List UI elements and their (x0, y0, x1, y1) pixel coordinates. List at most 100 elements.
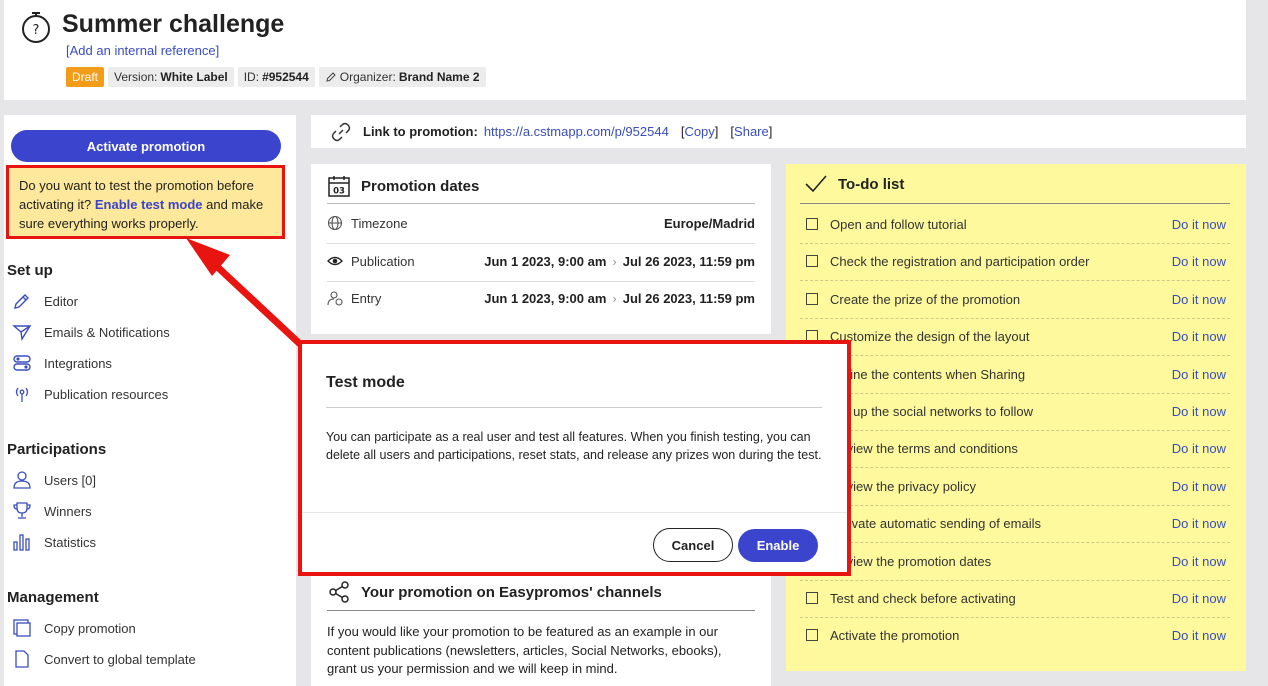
todo-item-label: Define the contents when Sharing (830, 366, 1026, 382)
todo-item-label: Customize the design of the layout (830, 328, 1030, 344)
todo-item-label: Check the registration and participation… (830, 253, 1090, 269)
todo-item-label: Activate the promotion (830, 627, 960, 643)
todo-list-card: To-do list Open and follow tutorial Do it… (786, 164, 1246, 671)
chevron-right-icon: › (612, 253, 617, 269)
trophy-icon (13, 502, 31, 519)
promotion-dates-card: 03 Promotion dates Timezone Europe/Madri… (311, 164, 771, 334)
organizer-badge[interactable]: Organizer: Brand Name 2 (318, 67, 486, 87)
enable-test-mode-link[interactable]: Enable test mode (95, 197, 203, 212)
badge-row: Draft Version: White Label ID: #952544 Org… (66, 67, 486, 87)
document-icon (15, 650, 29, 668)
user-icon (13, 471, 31, 489)
promotion-header: ? Summer challenge [Add an internal refe… (4, 0, 1246, 100)
globe-icon (327, 215, 343, 231)
easypromos-channels-card: Your promotion on Easypromos' channels I… (311, 575, 771, 686)
do-it-now-link[interactable]: Do it now (1172, 479, 1226, 494)
link-icon (331, 122, 351, 141)
sidebar: Activate promotion Do you want to test t… (4, 115, 296, 686)
do-it-now-link[interactable]: Do it now (1172, 404, 1226, 419)
todo-item: Test and check before activating Do it no… (806, 588, 1226, 608)
share-link[interactable]: [Share] (730, 124, 772, 139)
entry-row: Entry Jun 1 2023, 9:00 am › Jul 26 2023, 1… (327, 288, 755, 308)
page-title: Summer challenge (62, 10, 285, 38)
nav-copy-promotion[interactable]: Copy promotion (12, 618, 136, 638)
modal-body: You can participate as a real user and t… (326, 430, 822, 462)
enable-button[interactable]: Enable (738, 529, 818, 562)
nav-editor[interactable]: Editor (12, 291, 78, 311)
do-it-now-link[interactable]: Do it now (1172, 254, 1226, 269)
todo-item-label: Activate automatic sending of emails (830, 515, 1041, 531)
todo-checkbox[interactable] (806, 218, 818, 230)
todo-item-label: Review the terms and conditions (830, 440, 1018, 456)
do-it-now-link[interactable]: Do it now (1172, 516, 1226, 531)
user-clock-icon (327, 291, 343, 306)
todo-item: Check the registration and participation… (806, 251, 1226, 271)
todo-item: Define the contents when Sharing Do it no… (806, 364, 1226, 384)
do-it-now-link[interactable]: Do it now (1172, 628, 1226, 643)
nav-users[interactable]: Users [0] (12, 470, 96, 490)
checkmark-icon (805, 175, 827, 193)
paper-plane-icon (12, 325, 32, 342)
version-badge: Version: White Label (108, 67, 234, 87)
todo-item: Open and follow tutorial Do it now (806, 214, 1226, 234)
todo-item-label: Review the promotion dates (830, 553, 992, 569)
eye-icon (327, 256, 343, 266)
internal-reference: [Add an internal reference] (66, 43, 220, 58)
do-it-now-link[interactable]: Do it now (1172, 367, 1226, 382)
id-badge: ID: #952544 (237, 67, 315, 87)
test-mode-modal: Test mode You can participate as a real … (298, 340, 851, 576)
add-internal-reference-link[interactable]: Add an internal reference (70, 43, 216, 58)
todo-checkbox[interactable] (806, 629, 818, 641)
todo-heading: To-do list (804, 174, 904, 194)
chevron-right-icon: › (612, 290, 617, 306)
todo-checkbox[interactable] (806, 293, 818, 305)
svg-text:03: 03 (333, 187, 345, 197)
nav-statistics[interactable]: Statistics (12, 532, 96, 552)
nav-winners[interactable]: Winners (12, 501, 92, 521)
bar-chart-icon (13, 534, 30, 551)
todo-item: Review the privacy policy Do it now (806, 476, 1226, 496)
do-it-now-link[interactable]: Do it now (1172, 441, 1226, 456)
todo-item: Customize the design of the layout Do it … (806, 326, 1226, 346)
channels-heading: Your promotion on Easypromos' channels (327, 580, 662, 604)
pencil-icon (326, 72, 336, 82)
todo-item-label: Review the privacy policy (830, 478, 976, 494)
nav-emails-notifications[interactable]: Emails & Notifications (12, 322, 170, 342)
stopwatch-icon: ? (22, 12, 50, 43)
todo-item: Set up the social networks to follow Do i… (806, 401, 1226, 421)
promotion-url-link[interactable]: https://a.cstmapp.com/p/952544 (484, 124, 669, 139)
do-it-now-link[interactable]: Do it now (1172, 591, 1226, 606)
promotion-dates-heading: 03 Promotion dates (327, 174, 479, 198)
todo-item-label: Test and check before activating (830, 590, 1016, 606)
nav-publication-resources[interactable]: Publication resources (12, 384, 168, 404)
do-it-now-link[interactable]: Do it now (1172, 329, 1226, 344)
todo-checkbox[interactable] (806, 255, 818, 267)
todo-item: Review the terms and conditions Do it now (806, 438, 1226, 458)
todo-item-label: Open and follow tutorial (830, 216, 967, 232)
status-badge: Draft (66, 67, 105, 87)
todo-checkbox[interactable] (806, 592, 818, 604)
calendar-icon: 03 (328, 176, 350, 197)
nav-integrations[interactable]: Integrations (12, 353, 112, 373)
pencil-icon (14, 294, 29, 309)
toggles-icon (13, 355, 31, 371)
svg-text:?: ? (33, 23, 40, 38)
share-icon (329, 581, 349, 603)
setup-section-title: Set up (7, 262, 53, 279)
nav-convert-global-template[interactable]: Convert to global template (12, 649, 196, 669)
do-it-now-link[interactable]: Do it now (1172, 554, 1226, 569)
do-it-now-link[interactable]: Do it now (1172, 217, 1226, 232)
todo-item: Activate automatic sending of emails Do i… (806, 513, 1226, 533)
todo-item-label: Create the prize of the promotion (830, 291, 1021, 307)
broadcast-icon (15, 387, 29, 402)
promotion-link-bar: Link to promotion: https://a.cstmapp.com… (311, 115, 1246, 148)
todo-item: Review the promotion dates Do it now (806, 551, 1226, 571)
todo-item: Activate the promotion Do it now (806, 625, 1226, 645)
test-mode-notice: Do you want to test the promotion before… (6, 165, 285, 239)
todo-item-label: Set up the social networks to follow (830, 403, 1034, 419)
participations-section-title: Participations (7, 441, 107, 458)
activate-promotion-button[interactable]: Activate promotion (11, 130, 281, 162)
do-it-now-link[interactable]: Do it now (1172, 292, 1226, 307)
cancel-button[interactable]: Cancel (653, 528, 733, 562)
copy-link[interactable]: [Copy] (681, 124, 719, 139)
